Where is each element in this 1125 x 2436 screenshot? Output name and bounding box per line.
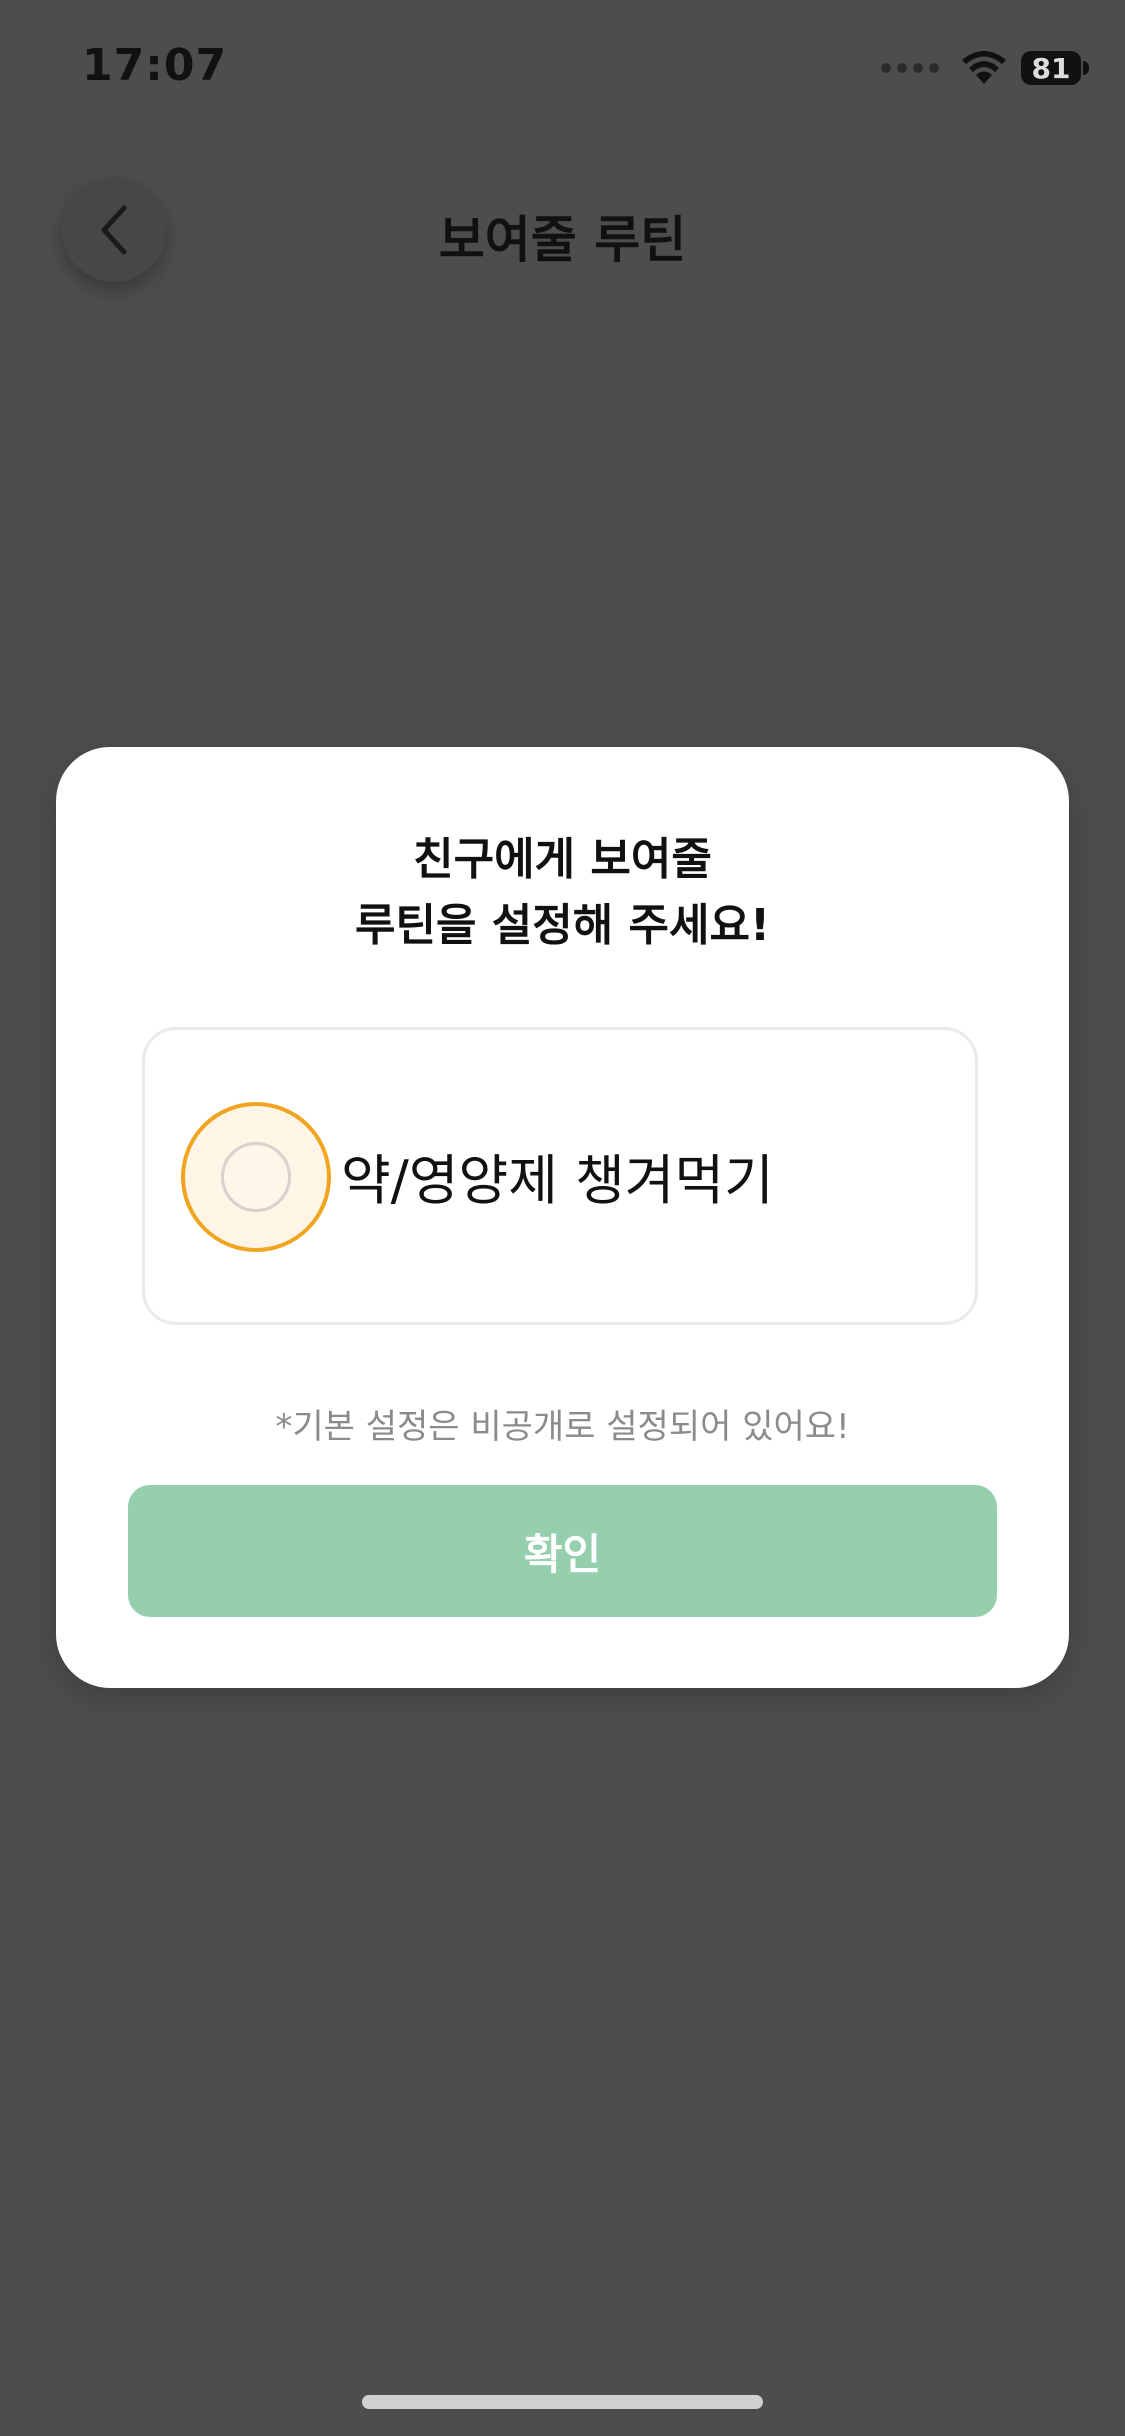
header: 보여줄 루틴 xyxy=(0,160,1125,310)
home-indicator xyxy=(362,2395,763,2409)
status-time: 17:07 xyxy=(82,40,228,91)
wifi-icon xyxy=(962,51,1006,84)
modal-title: 친구에게 보여줄 루틴을 설정해 주세요! xyxy=(56,827,1069,959)
signal-dots-icon xyxy=(881,63,939,73)
battery-icon: 81 xyxy=(1021,51,1089,85)
status-bar: 17:07 81 xyxy=(0,0,1125,140)
modal-title-line-1: 친구에게 보여줄 xyxy=(413,834,712,885)
routine-visibility-modal: 친구에게 보여줄 루틴을 설정해 주세요! 약/영양제 챙겨먹기 *기본 설정은… xyxy=(56,747,1069,1688)
page-title: 보여줄 루틴 xyxy=(438,211,687,269)
radio-circle-icon xyxy=(221,1142,291,1212)
confirm-button[interactable]: 확인 xyxy=(128,1485,997,1617)
routine-label: 약/영양제 챙겨먹기 xyxy=(341,1149,774,1212)
routine-card[interactable]: 약/영양제 챙겨먹기 xyxy=(142,1027,978,1325)
modal-title-line-2: 루틴을 설정해 주세요! xyxy=(354,900,771,951)
routine-select-toggle[interactable] xyxy=(181,1102,331,1252)
status-icons: 81 xyxy=(881,50,1089,86)
privacy-note: *기본 설정은 비공개로 설정되어 있어요! xyxy=(275,1407,850,1447)
battery-level: 81 xyxy=(1031,51,1071,85)
